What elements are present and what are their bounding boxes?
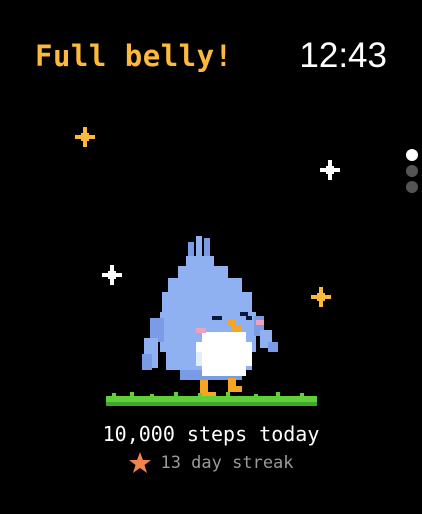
pet-status-title: Full belly! xyxy=(35,39,233,73)
page-indicator[interactable] xyxy=(406,149,418,193)
sparkle-icon xyxy=(75,127,95,147)
sparkle-icon xyxy=(320,160,340,180)
streak-label: 13 day streak xyxy=(160,453,294,473)
sparkle-icon xyxy=(311,287,331,307)
page-dot-2[interactable] xyxy=(406,165,418,177)
sparkle-icon xyxy=(102,265,122,285)
page-dot-3[interactable] xyxy=(406,181,418,193)
grass-ground xyxy=(106,392,317,406)
watch-screen: Full belly! 12:43 10,000 steps today 13 … xyxy=(0,0,422,514)
bird-pet-icon[interactable] xyxy=(140,234,285,400)
page-dot-1[interactable] xyxy=(406,149,418,161)
clock-time: 12:43 xyxy=(299,36,387,75)
streak-row: 13 day streak xyxy=(0,451,422,475)
steps-count: 10,000 steps today xyxy=(102,422,320,446)
star-icon xyxy=(129,452,152,473)
